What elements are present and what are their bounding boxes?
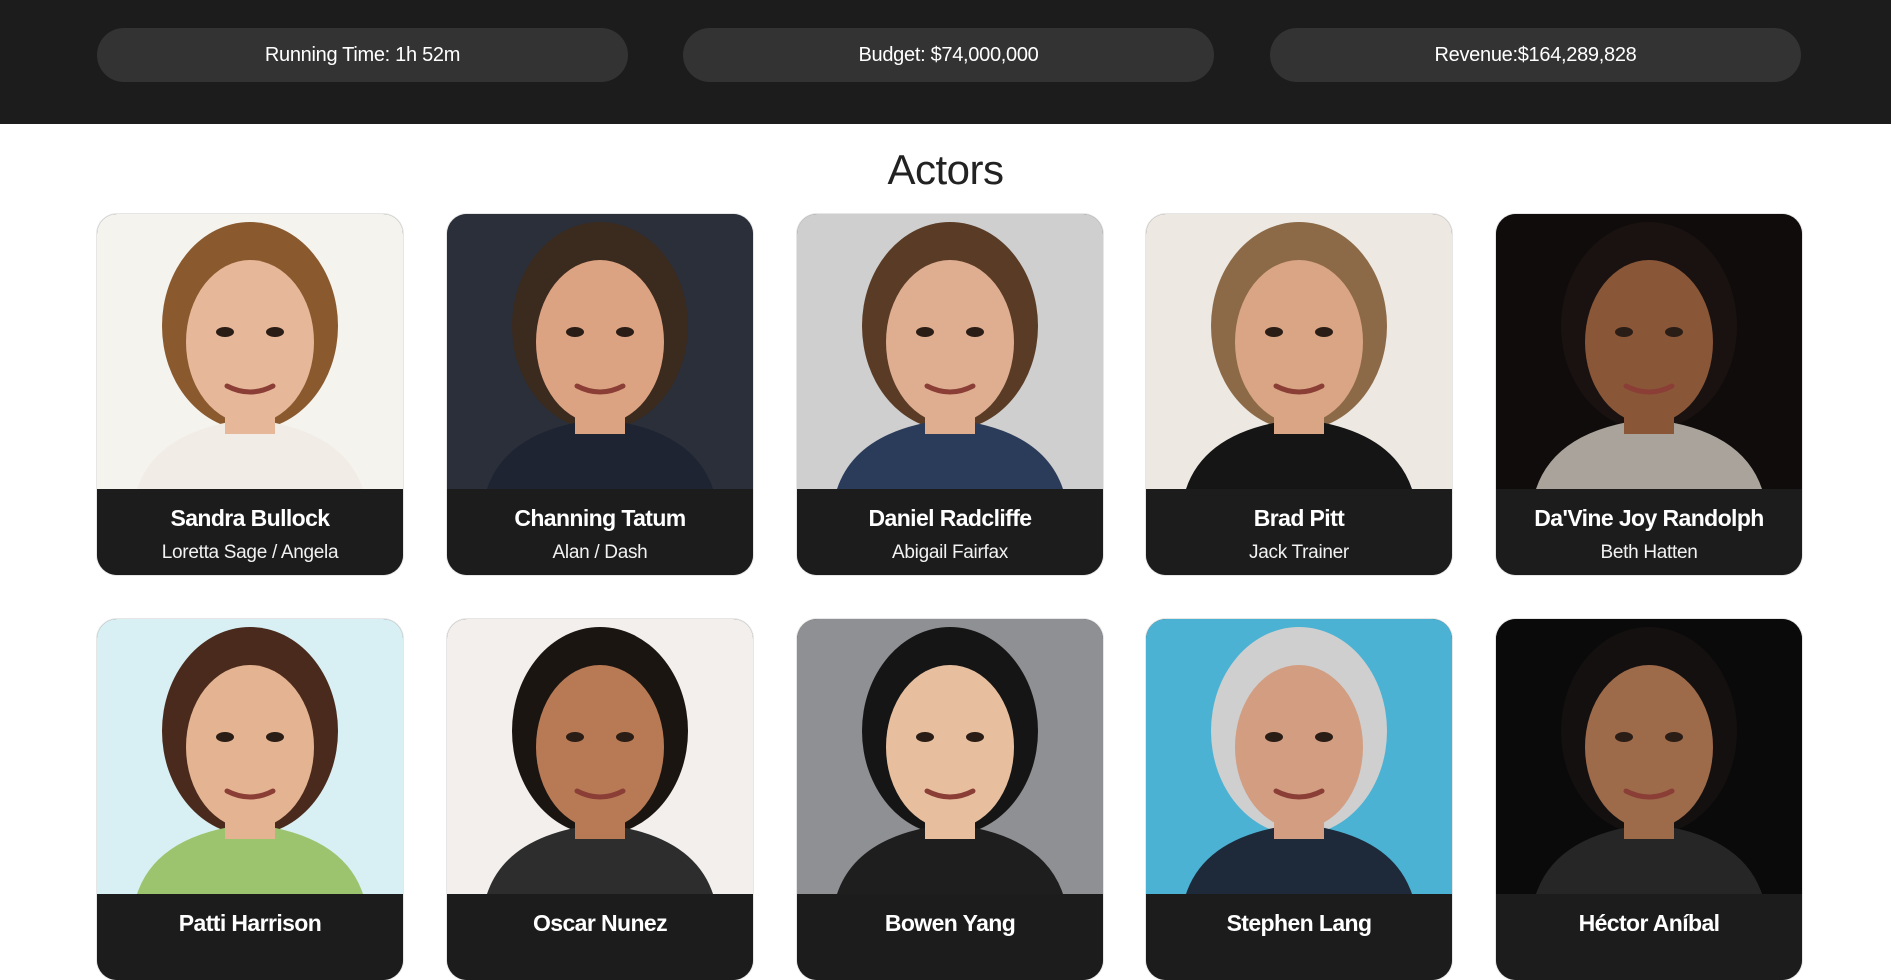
actor-photo <box>1146 214 1452 489</box>
actor-role: Beth Hatten <box>1600 542 1698 563</box>
actor-name: Channing Tatum <box>514 505 686 531</box>
actor-info: Da'Vine Joy Randolph Beth Hatten <box>1496 489 1802 575</box>
budget-pill: Budget: $74,000,000 <box>683 28 1214 82</box>
actor-role: Loretta Sage / Angela <box>161 542 339 563</box>
actor-photo <box>447 214 753 489</box>
actor-card[interactable]: Da'Vine Joy Randolph Beth Hatten <box>1496 214 1802 575</box>
actors-heading: Actors <box>887 146 1004 193</box>
actor-info: Brad Pitt Jack Trainer <box>1146 489 1452 575</box>
actor-photo <box>797 214 1103 489</box>
actor-card[interactable]: Daniel Radcliffe Abigail Fairfax <box>797 214 1103 575</box>
actor-card[interactable]: Stephen Lang <box>1146 619 1452 980</box>
actor-name: Sandra Bullock <box>170 505 330 531</box>
actor-photo <box>1496 214 1802 489</box>
actor-photo <box>97 214 403 489</box>
actor-name: Brad Pitt <box>1253 505 1345 531</box>
actor-name: Daniel Radcliffe <box>868 505 1033 531</box>
movie-stats-bar: Running Time: 1h 52m Budget: $74,000,000… <box>0 0 1891 124</box>
actor-card[interactable]: Channing Tatum Alan / Dash <box>447 214 753 575</box>
actor-photo <box>1496 619 1802 894</box>
actor-info: Bowen Yang <box>797 894 1103 980</box>
actor-info: Daniel Radcliffe Abigail Fairfax <box>797 489 1103 575</box>
actor-info: Sandra Bullock Loretta Sage / Angela <box>97 489 403 575</box>
actor-card[interactable]: Oscar Nunez <box>447 619 753 980</box>
actor-name: Da'Vine Joy Randolph <box>1534 505 1764 531</box>
running-time-pill: Running Time: 1h 52m <box>97 28 628 82</box>
actor-card[interactable]: Bowen Yang <box>797 619 1103 980</box>
actor-photo <box>447 619 753 894</box>
actor-card[interactable]: Sandra Bullock Loretta Sage / Angela <box>97 214 403 575</box>
actor-role: Alan / Dash <box>552 542 648 563</box>
actor-info: Héctor Aníbal <box>1496 894 1802 980</box>
actor-card[interactable]: Brad Pitt Jack Trainer <box>1146 214 1452 575</box>
revenue-pill: Revenue:$164,289,828 <box>1270 28 1801 82</box>
actor-photo <box>1146 619 1452 894</box>
actor-info: Stephen Lang <box>1146 894 1452 980</box>
actor-info: Patti Harrison <box>97 894 403 980</box>
actor-info: Channing Tatum Alan / Dash <box>447 489 753 575</box>
actor-photo <box>797 619 1103 894</box>
actor-role: Jack Trainer <box>1249 542 1349 563</box>
actor-photo <box>97 619 403 894</box>
actor-card[interactable]: Héctor Aníbal <box>1496 619 1802 980</box>
actor-card[interactable]: Patti Harrison <box>97 619 403 980</box>
actor-role: Abigail Fairfax <box>892 542 1008 563</box>
actor-info: Oscar Nunez <box>447 894 753 980</box>
